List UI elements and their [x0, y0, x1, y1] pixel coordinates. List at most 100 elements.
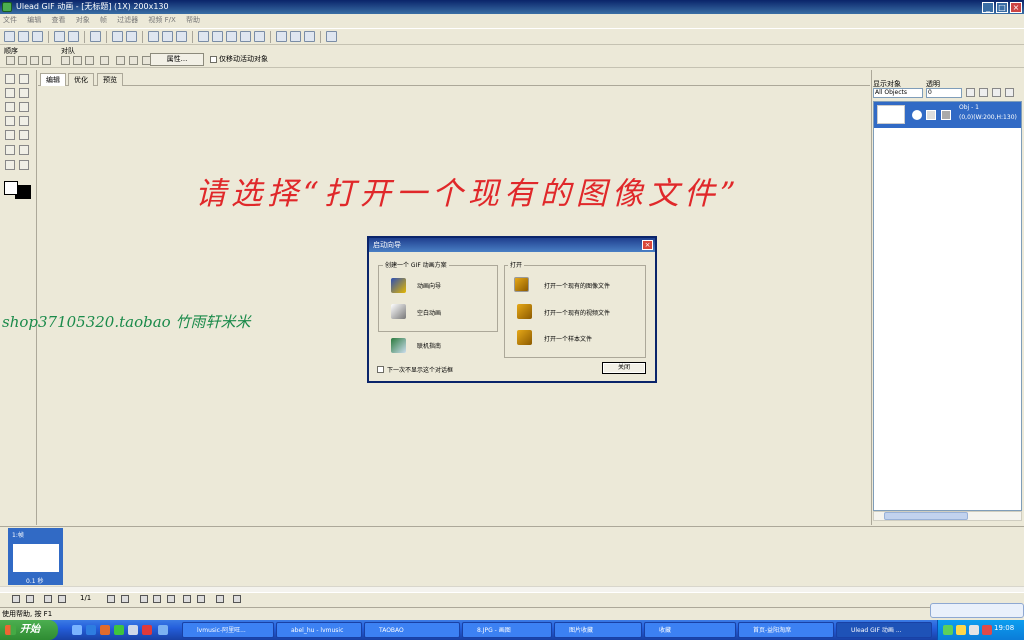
duplicate-frame-icon[interactable] [153, 595, 161, 603]
paste-icon[interactable] [176, 31, 187, 42]
send-backward-icon[interactable] [30, 56, 39, 65]
quicklaunch-app-icon[interactable] [114, 625, 124, 635]
taskbar-item-pictures[interactable]: 图片收藏 [554, 622, 642, 638]
frame-resize-icon[interactable] [254, 31, 265, 42]
pick-tool-icon[interactable] [5, 74, 15, 84]
import-icon[interactable] [54, 31, 65, 42]
distribute-v-icon[interactable] [129, 56, 138, 65]
previous-frame-icon[interactable] [58, 595, 66, 603]
frame-crop-icon[interactable] [226, 31, 237, 42]
export-icon[interactable] [68, 31, 79, 42]
delete-frame-icon[interactable] [167, 595, 175, 603]
zoom-in-tool-icon[interactable] [5, 160, 15, 170]
edit-with-icon[interactable] [90, 31, 101, 42]
eyedropper-tool-icon[interactable] [5, 145, 15, 155]
close-window-button[interactable]: × [1010, 2, 1022, 13]
reverse-frames-icon[interactable] [216, 595, 224, 603]
menu-edit[interactable]: 编辑 [27, 16, 41, 24]
menu-filter[interactable]: 过滤器 [117, 16, 138, 24]
open-image-link[interactable]: 打开一个现有的图像文件 [544, 281, 610, 290]
quicklaunch-qq-icon[interactable] [128, 625, 138, 635]
hand-tool-icon[interactable] [19, 145, 29, 155]
panel-delete-icon[interactable] [992, 88, 1001, 97]
first-frame-icon[interactable] [44, 595, 52, 603]
zoom-icon[interactable] [304, 31, 315, 42]
dialog-title[interactable]: 启动向导 [369, 238, 655, 252]
tray-network-icon[interactable] [943, 625, 953, 635]
fill-tool-icon[interactable] [5, 130, 15, 140]
opacity-input[interactable]: 0 [926, 88, 962, 98]
open-image-icon[interactable] [514, 277, 529, 292]
quicklaunch-ie-icon[interactable] [86, 625, 96, 635]
optimize-icon[interactable] [290, 31, 301, 42]
bring-to-front-icon[interactable] [6, 56, 15, 65]
taskbar-item-ulead-gif[interactable]: Ulead GIF 动画 ... [836, 622, 932, 638]
open-sample-icon[interactable] [517, 330, 532, 345]
bring-forward-icon[interactable] [18, 56, 27, 65]
redo-icon[interactable] [126, 31, 137, 42]
marquee-tool-icon[interactable] [19, 74, 29, 84]
ime-language-bar[interactable] [930, 603, 1024, 618]
panel-properties-icon[interactable] [1005, 88, 1014, 97]
menu-object[interactable]: 对象 [76, 16, 90, 24]
browser-preview-icon[interactable] [276, 31, 287, 42]
menu-frame[interactable]: 帧 [100, 16, 107, 24]
properties-button[interactable]: 属性... [150, 53, 204, 66]
online-guide-icon[interactable] [391, 338, 406, 353]
play-icon[interactable] [12, 595, 20, 603]
blank-animation-link[interactable]: 空白动画 [417, 308, 441, 317]
last-frame-icon[interactable] [121, 595, 129, 603]
merge-toggle-icon[interactable] [941, 110, 951, 120]
taskbar-item-yiyang[interactable]: 首页-益阳淘席 [738, 622, 834, 638]
ellipse-tool-icon[interactable] [19, 116, 29, 126]
taskbar-item-aliwangwang[interactable]: lvmusic-阿里旺... [182, 622, 274, 638]
save-icon[interactable] [32, 31, 43, 42]
quicklaunch-desktop-icon[interactable] [72, 625, 82, 635]
animation-wizard-link[interactable]: 动画向导 [417, 281, 441, 290]
foreground-color-swatch[interactable] [4, 181, 18, 195]
blank-animation-icon[interactable] [391, 304, 406, 319]
add-frame-icon[interactable] [140, 595, 148, 603]
lock-toggle-icon[interactable] [926, 110, 936, 120]
next-frame-icon[interactable] [107, 595, 115, 603]
undo-icon[interactable] [112, 31, 123, 42]
taskbar-item-taobao[interactable]: TAOBAO [364, 622, 460, 638]
lasso-tool-icon[interactable] [19, 88, 29, 98]
crop-tool-icon[interactable] [19, 130, 29, 140]
minimize-button[interactable]: _ [982, 2, 994, 13]
dialog-close-button[interactable]: 关闭 [602, 362, 646, 374]
send-to-back-icon[interactable] [42, 56, 51, 65]
new-file-icon[interactable] [4, 31, 15, 42]
visibility-eye-icon[interactable] [912, 110, 922, 120]
taskbar-item-paint[interactable]: 8.JPG - 画图 [462, 622, 552, 638]
frame-properties-icon[interactable] [233, 595, 241, 603]
frame-duplicate-icon[interactable] [212, 31, 223, 42]
object-list-scrollbar-thumb[interactable] [884, 512, 968, 520]
magic-wand-tool-icon[interactable] [19, 102, 29, 112]
online-guide-link[interactable]: 联机指南 [417, 341, 441, 350]
dont-show-checkbox[interactable] [377, 366, 384, 373]
banner-text-icon[interactable] [197, 595, 205, 603]
quicklaunch-folder-icon[interactable] [158, 625, 168, 635]
open-video-icon[interactable] [517, 304, 532, 319]
stop-icon[interactable] [26, 595, 34, 603]
tray-security-icon[interactable] [982, 625, 992, 635]
tab-edit[interactable]: 编辑 [40, 73, 66, 86]
frame-add-icon[interactable] [198, 31, 209, 42]
align-center-icon[interactable] [73, 56, 82, 65]
menu-file[interactable]: 文件 [3, 16, 17, 24]
quicklaunch-media-icon[interactable] [100, 625, 110, 635]
menu-video-fx[interactable]: 视频 F/X [148, 16, 175, 24]
distribute-h-icon[interactable] [116, 56, 125, 65]
taskbar-item-favorites[interactable]: 收藏 [644, 622, 736, 638]
tween-icon[interactable] [183, 595, 191, 603]
open-file-icon[interactable] [18, 31, 29, 42]
window-title-bar[interactable]: Ulead GIF 动画 - [无标题] (1X) 200x130 [0, 0, 1024, 14]
context-help-icon[interactable] [326, 31, 337, 42]
tray-qq-icon[interactable] [956, 625, 966, 635]
quicklaunch-music-icon[interactable] [142, 625, 152, 635]
brush-tool-icon[interactable] [5, 102, 15, 112]
menu-view[interactable]: 查看 [51, 16, 65, 24]
menu-help[interactable]: 帮助 [186, 16, 200, 24]
maximize-button[interactable]: □ [996, 2, 1008, 13]
